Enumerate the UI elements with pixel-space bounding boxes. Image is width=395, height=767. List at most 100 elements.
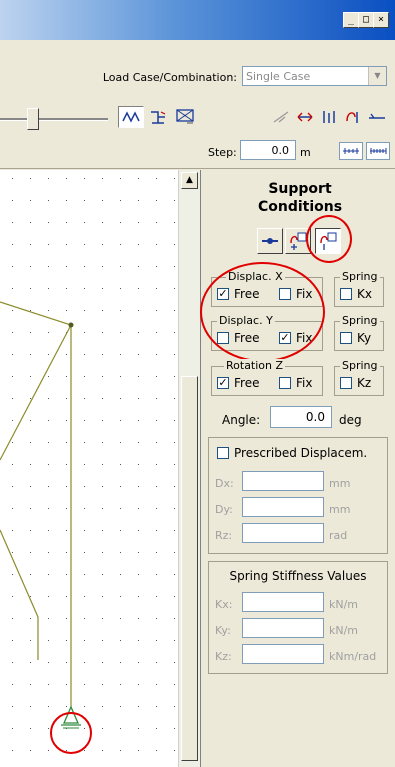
spring-kz-checkbox[interactable]: Kz: [340, 376, 371, 390]
shear-force-button[interactable]: [316, 106, 342, 128]
zoom-slider-thumb[interactable]: [27, 108, 39, 130]
grid-dot: [30, 728, 31, 729]
grid-dot: [48, 222, 49, 223]
structure-drawing[interactable]: [0, 170, 178, 767]
spring-ky-checkbox[interactable]: Ky: [340, 331, 371, 345]
displac-x-free-checkbox[interactable]: ✓ Free: [217, 287, 259, 301]
spring-kx-checkbox[interactable]: Kx: [340, 287, 372, 301]
grid-dot: [66, 662, 67, 663]
copy-support-icon: [290, 232, 307, 250]
close-button[interactable]: ×: [373, 12, 389, 28]
checkbox-box[interactable]: [279, 288, 291, 300]
displac-x-fix-checkbox[interactable]: Fix: [279, 287, 312, 301]
copy-support-button[interactable]: [285, 228, 311, 254]
grid-dot: [30, 508, 31, 509]
grid-dot: [102, 178, 103, 179]
grid-dot: [156, 222, 157, 223]
bending-moment-button[interactable]: [340, 106, 366, 128]
displac-x-group: Displac. X ✓ Free Fix: [211, 270, 323, 307]
grid-dot: [84, 574, 85, 575]
kx-unit: kN/m: [329, 598, 359, 611]
vertical-scrollbar[interactable]: ▲: [178, 170, 201, 767]
dx-label: Dx:: [215, 477, 234, 490]
grid-dot: [156, 728, 157, 729]
grid-dot: [30, 486, 31, 487]
structure-canvas[interactable]: [0, 170, 178, 767]
checkbox-box[interactable]: [279, 377, 291, 389]
checkbox-box[interactable]: [340, 332, 352, 344]
checkbox-box[interactable]: ✓: [217, 377, 229, 389]
grid-dot: [102, 618, 103, 619]
chevron-down-icon[interactable]: ▼: [368, 67, 386, 85]
grid-dot: [120, 750, 121, 751]
grid-dot: [102, 596, 103, 597]
angle-input[interactable]: 0.0: [270, 406, 332, 428]
checkbox-box[interactable]: [217, 447, 229, 459]
dx-input[interactable]: [242, 471, 324, 491]
step-coarse-button[interactable]: [366, 142, 390, 160]
member-dimension-button[interactable]: [364, 106, 390, 128]
dy-unit: mm: [329, 503, 351, 516]
load-view-button[interactable]: [172, 106, 198, 128]
roller-support-button[interactable]: [257, 228, 283, 254]
grid-dot: [138, 750, 139, 751]
checkbox-box[interactable]: ✓: [217, 288, 229, 300]
checkbox-box[interactable]: [340, 288, 352, 300]
prescribed-displacement-checkbox[interactable]: Prescribed Displacem.: [217, 446, 367, 460]
grid-dot: [120, 640, 121, 641]
grid-dot: [138, 354, 139, 355]
load-case-value: Single Case: [246, 70, 311, 83]
rotation-z-free-checkbox[interactable]: ✓ Free: [217, 376, 259, 390]
grid-dot: [102, 508, 103, 509]
grid-dot: [156, 596, 157, 597]
dy-input[interactable]: [242, 497, 324, 517]
grid-dot: [66, 750, 67, 751]
grid-dot: [156, 200, 157, 201]
deformed-shape-button[interactable]: [118, 106, 144, 128]
step-bar: [0, 134, 395, 169]
displac-y-free-checkbox[interactable]: Free: [217, 331, 259, 345]
kz-input[interactable]: [242, 644, 324, 664]
grid-dot: [156, 354, 157, 355]
window-title-bar: _ □ ×: [0, 0, 395, 40]
frame-member-left[interactable]: [0, 529, 39, 660]
axial-force-button[interactable]: [292, 106, 318, 128]
frame-member-right[interactable]: [0, 301, 72, 707]
displac-x-title: Displac. X: [226, 270, 285, 283]
checkbox-box[interactable]: ✓: [279, 332, 291, 344]
checkbox-box[interactable]: [340, 377, 352, 389]
grid-dot: [48, 486, 49, 487]
frame-member-diagonal[interactable]: [0, 324, 72, 461]
maximize-button[interactable]: □: [358, 12, 374, 28]
angle-value: 0.0: [305, 410, 325, 424]
load-case-select[interactable]: Single Case ▼: [242, 66, 387, 86]
grid-dot: [30, 596, 31, 597]
grid-dot: [156, 310, 157, 311]
step-input[interactable]: 0.0: [240, 140, 296, 160]
zoom-slider-track[interactable]: [0, 118, 108, 121]
support-reaction-button[interactable]: [268, 106, 294, 128]
grid-dot: [66, 530, 67, 531]
pin-support-icon[interactable]: [61, 705, 81, 729]
ky-input[interactable]: [242, 618, 324, 638]
grid-dot: [138, 618, 139, 619]
displac-y-fix-checkbox[interactable]: ✓ Fix: [279, 331, 312, 345]
scroll-thumb[interactable]: [181, 376, 198, 761]
grid-dot: [174, 706, 175, 707]
step-value: 0.0: [271, 144, 290, 157]
ky-label: Ky:: [215, 624, 231, 637]
rz-input[interactable]: [242, 523, 324, 543]
checkbox-box[interactable]: [217, 332, 229, 344]
paste-support-button[interactable]: [315, 228, 341, 254]
kx-input[interactable]: [242, 592, 324, 612]
minimize-button[interactable]: _: [343, 12, 359, 28]
frame-view-button[interactable]: [145, 106, 171, 128]
step-fine-button[interactable]: [339, 142, 363, 160]
rotation-z-fix-checkbox[interactable]: Fix: [279, 376, 312, 390]
grid-dot: [138, 332, 139, 333]
joint-node[interactable]: [68, 322, 74, 328]
grid-dot: [12, 178, 13, 179]
grid-dot: [120, 574, 121, 575]
grid-dot: [174, 684, 175, 685]
scroll-up-arrow-icon[interactable]: ▲: [181, 172, 198, 189]
